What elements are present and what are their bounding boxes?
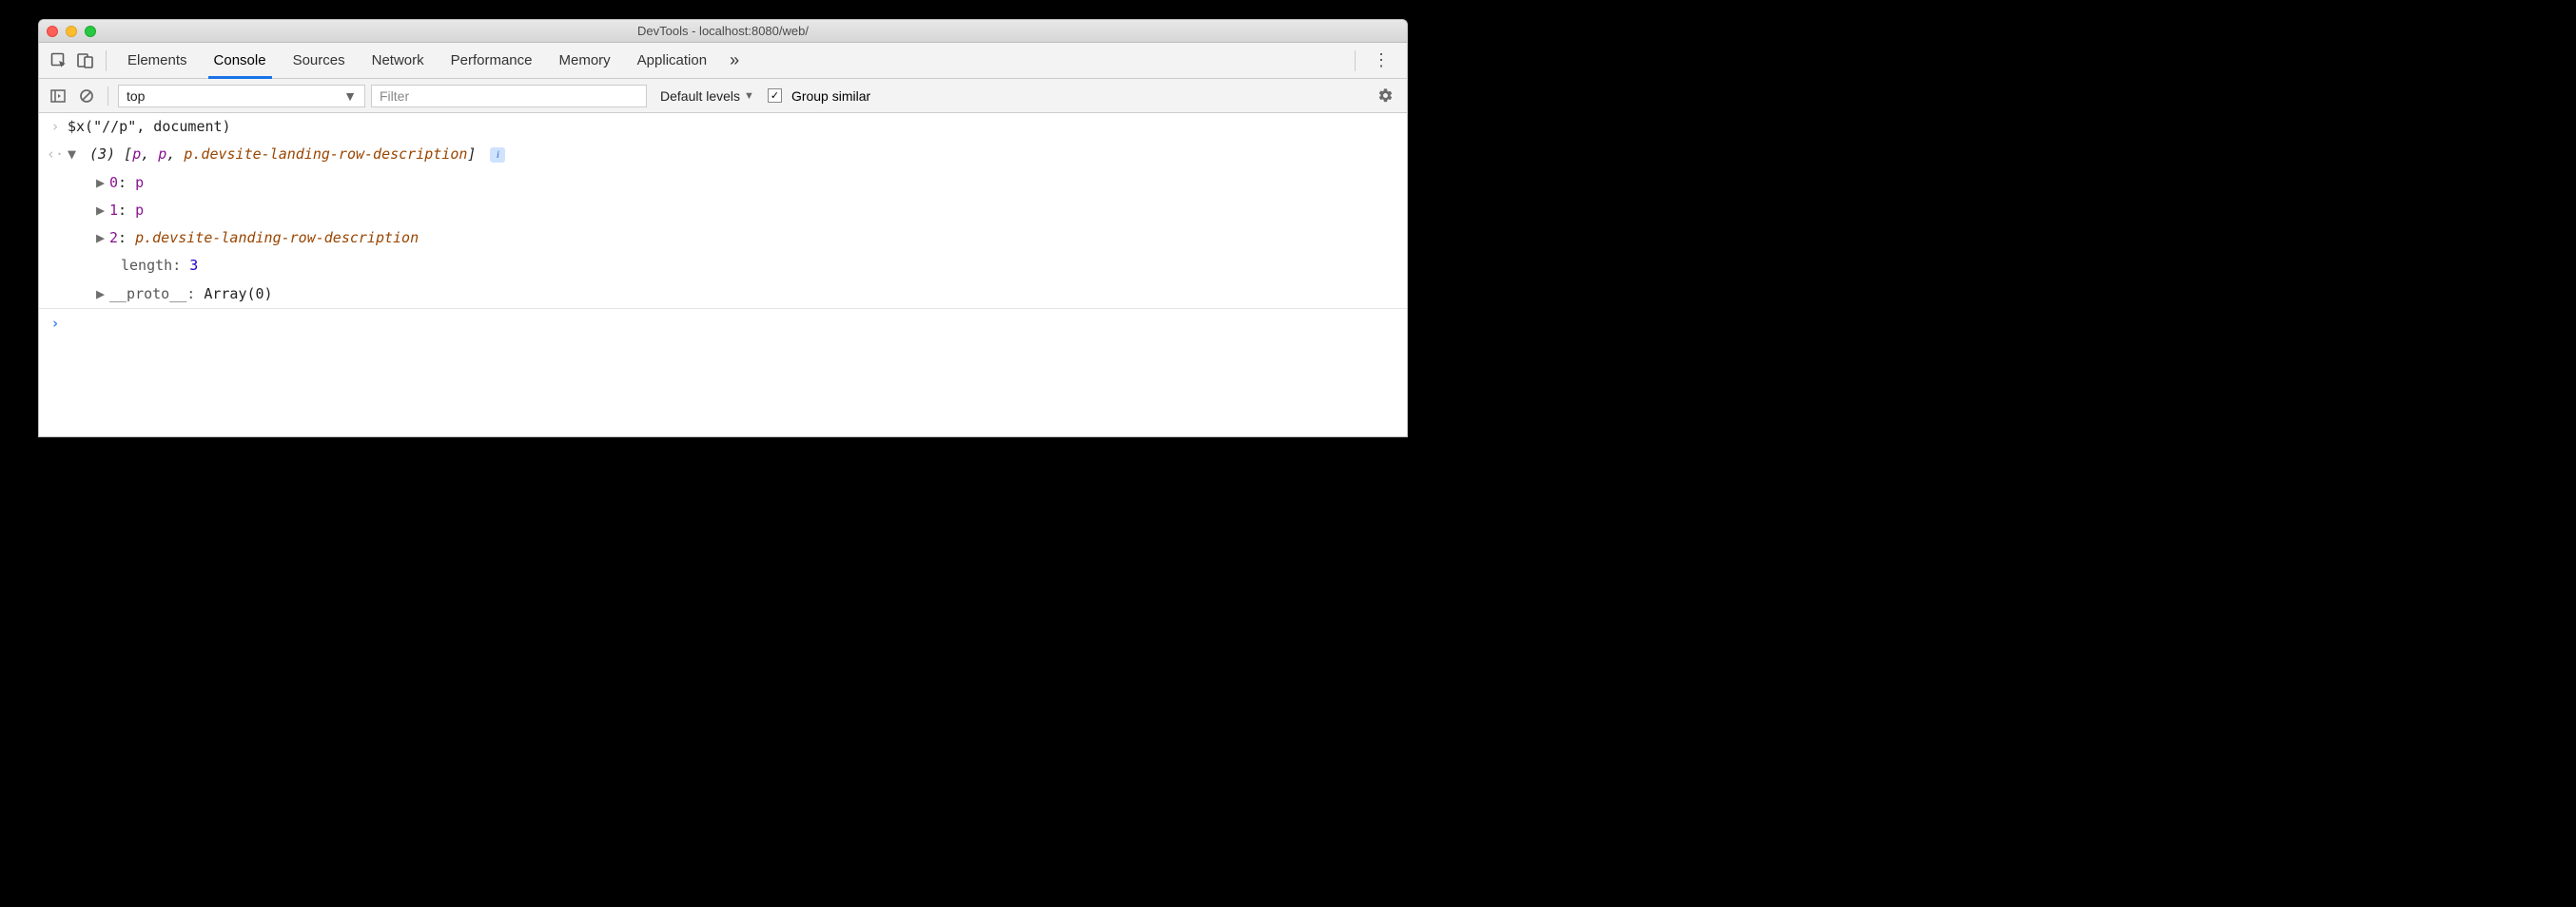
disclosure-triangle-icon[interactable]: ▶ — [96, 172, 109, 194]
entry-label[interactable]: p — [135, 174, 144, 191]
context-select-value: top — [127, 88, 145, 104]
result-proto-row[interactable]: ▶__proto__: Array(0) — [39, 280, 1407, 308]
console-input-row: › $x("//p", document) — [39, 113, 1407, 141]
tab-console[interactable]: Console — [201, 43, 280, 78]
tab-application[interactable]: Application — [624, 43, 720, 78]
summary-item[interactable]: p.devsite-landing-row-description — [184, 145, 467, 163]
devtools-window: DevTools - localhost:8080/web/ ElementsC… — [38, 19, 1408, 437]
disclosure-triangle-icon[interactable]: ▶ — [96, 200, 109, 222]
console-body[interactable]: › $x("//p", document) ‹· ▼ (3) [p, p, p.… — [39, 113, 1407, 436]
group-similar-checkbox[interactable]: ✓ — [768, 88, 782, 103]
proto-value: Array(0) — [204, 285, 272, 302]
console-input-text: $x("//p", document) — [64, 116, 231, 138]
tab-performance[interactable]: Performance — [438, 43, 546, 78]
entry-label[interactable]: p — [135, 202, 144, 219]
entry-index: 2 — [109, 229, 118, 246]
toggle-console-sidebar-icon[interactable] — [47, 85, 69, 107]
length-key: length — [121, 257, 172, 274]
output-icon: ‹· — [47, 144, 64, 165]
group-similar-label: Group similar — [791, 88, 870, 104]
entry-label[interactable]: p.devsite-landing-row-description — [135, 229, 419, 246]
more-tabs-button[interactable]: » — [722, 50, 747, 70]
chevron-down-icon: ▼ — [343, 88, 357, 104]
clear-console-icon[interactable] — [75, 85, 98, 107]
tab-elements[interactable]: Elements — [114, 43, 201, 78]
filter-input[interactable]: Filter — [371, 85, 647, 107]
execution-context-select[interactable]: top ▼ — [118, 85, 365, 107]
summary-item[interactable]: p — [132, 145, 141, 163]
disclosure-triangle-icon[interactable]: ▼ — [68, 144, 81, 165]
window-title: DevTools - localhost:8080/web/ — [39, 24, 1407, 38]
summary-item[interactable]: p — [158, 145, 166, 163]
console-output-row: ‹· ▼ (3) [p, p, p.devsite-landing-row-de… — [39, 141, 1407, 168]
tabbar-divider — [106, 50, 107, 71]
input-prompt-icon: › — [47, 116, 64, 138]
disclosure-triangle-icon[interactable]: ▶ — [96, 283, 109, 305]
toolbar-separator — [107, 87, 108, 106]
tab-network[interactable]: Network — [359, 43, 438, 78]
entry-index: 0 — [109, 174, 118, 191]
result-summary[interactable]: ▼ (3) [p, p, p.devsite-landing-row-descr… — [64, 144, 505, 165]
devtools-menu-button[interactable]: ⋮ — [1363, 50, 1399, 70]
filter-placeholder: Filter — [380, 88, 409, 104]
length-value: 3 — [189, 257, 198, 274]
titlebar: DevTools - localhost:8080/web/ — [39, 20, 1407, 43]
result-entry-row[interactable]: ▶2: p.devsite-landing-row-description — [39, 224, 1407, 252]
console-toolbar: top ▼ Filter Default levels ▼ ✓ Group si… — [39, 79, 1407, 113]
tabbar-divider — [1355, 50, 1356, 71]
summary-count: (3) — [89, 145, 115, 163]
console-prompt-row[interactable]: › — [39, 309, 1407, 338]
inspect-element-icon[interactable] — [47, 48, 71, 73]
info-icon[interactable]: i — [490, 147, 505, 163]
tab-sources[interactable]: Sources — [280, 43, 359, 78]
disclosure-triangle-icon[interactable]: ▶ — [96, 227, 109, 249]
input-prompt-icon: › — [47, 315, 64, 332]
chevron-down-icon: ▼ — [744, 90, 754, 102]
log-levels-label: Default levels — [660, 88, 740, 104]
proto-key: __proto__ — [109, 285, 186, 302]
result-entry-row[interactable]: ▶0: p — [39, 169, 1407, 197]
result-entry-row[interactable]: ▶1: p — [39, 197, 1407, 224]
panel-tabbar: ElementsConsoleSourcesNetworkPerformance… — [39, 43, 1407, 79]
result-length-row: length: 3 — [39, 252, 1407, 280]
entry-index: 1 — [109, 202, 118, 219]
device-toolbar-icon[interactable] — [73, 48, 98, 73]
console-settings-icon[interactable] — [1372, 87, 1399, 104]
tab-memory[interactable]: Memory — [546, 43, 624, 78]
log-levels-select[interactable]: Default levels ▼ — [660, 88, 754, 104]
